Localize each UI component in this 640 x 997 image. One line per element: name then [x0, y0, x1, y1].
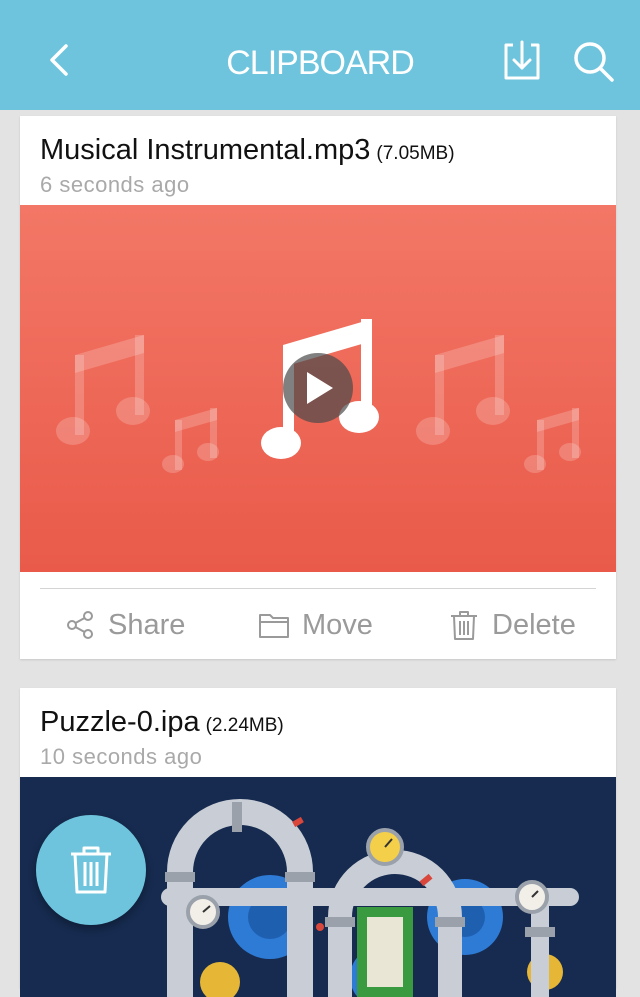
play-button[interactable] [283, 353, 353, 423]
folder-icon [259, 614, 289, 638]
move-button[interactable]: Move [258, 606, 373, 644]
floating-delete-button[interactable] [36, 815, 146, 925]
file-name: Puzzle-0.ipa [40, 706, 200, 738]
file-timestamp: 6 seconds ago [40, 172, 190, 197]
file-name: Musical Instrumental.mp3 [40, 134, 371, 166]
delete-button[interactable]: Delete [448, 606, 576, 644]
share-button[interactable]: Share [64, 606, 185, 644]
top-navigation-bar: CLIPBOARD [0, 0, 640, 110]
share-label: Share [108, 608, 186, 641]
divider [40, 588, 596, 589]
share-icon [67, 611, 93, 639]
trash-icon [451, 611, 477, 640]
search-button[interactable] [570, 38, 618, 86]
file-title-row: Puzzle-0.ipa (2.24MB) [40, 706, 284, 739]
download-tray-icon [504, 40, 540, 80]
clipboard-item-card[interactable]: Musical Instrumental.mp3 (7.05MB) 6 secon… [20, 116, 616, 659]
audio-preview[interactable] [20, 205, 616, 572]
file-size: (2.24MB) [205, 715, 284, 736]
file-size: (7.05MB) [376, 143, 455, 164]
move-label: Move [302, 608, 373, 641]
trash-icon [71, 846, 111, 894]
music-notes-illustration [56, 319, 581, 473]
file-title-row: Musical Instrumental.mp3 (7.05MB) [40, 134, 455, 167]
search-icon [574, 42, 614, 82]
file-timestamp: 10 seconds ago [40, 744, 203, 769]
action-bar: Share Move Delete [20, 590, 616, 659]
download-button[interactable] [498, 38, 546, 86]
delete-label: Delete [492, 608, 576, 641]
